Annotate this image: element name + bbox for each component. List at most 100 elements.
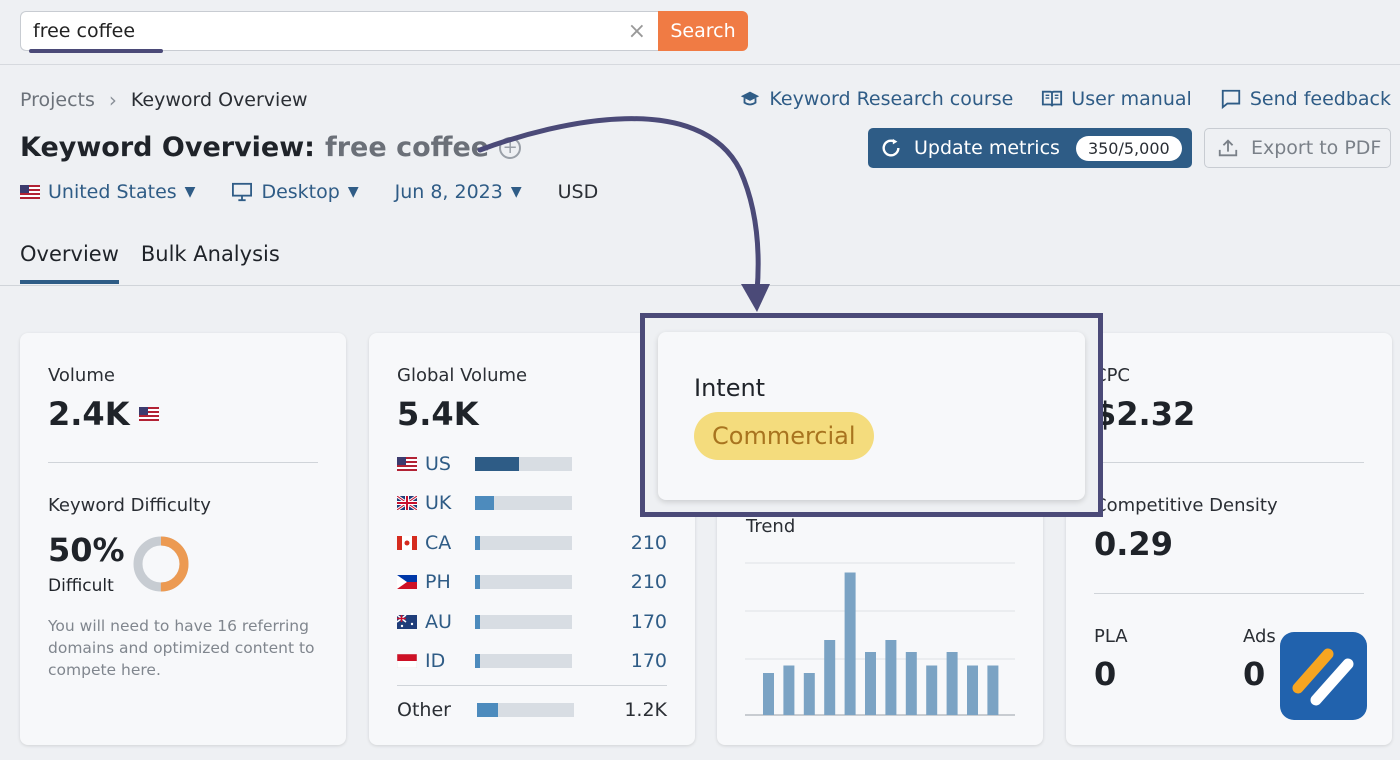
volume-label: Volume [48, 365, 115, 386]
other-value: 1.2K [624, 699, 667, 721]
user-manual-link[interactable]: User manual [1041, 88, 1192, 110]
card-divider [397, 685, 667, 686]
keyword-difficulty-label: Keyword Difficulty [48, 495, 211, 516]
country-code[interactable]: ID [425, 650, 473, 672]
volume-bar-fill [475, 457, 519, 471]
trend-bar [946, 652, 958, 715]
country-row-au: AU 170 [397, 611, 667, 633]
competitive-density-value: 0.29 [1094, 525, 1173, 563]
metrics-count-badge: 350/5,000 [1075, 135, 1182, 161]
us-flag-icon [397, 457, 417, 471]
ads-value: 0 [1243, 655, 1266, 693]
device-select-value: Desktop [261, 181, 340, 203]
date-select[interactable]: Jun 8, 2023 ▼ [395, 181, 522, 203]
breadcrumb: Projects › Keyword Overview [20, 88, 308, 112]
volume-bar [475, 575, 572, 590]
keyword-research-course-link[interactable]: Keyword Research course [739, 88, 1013, 110]
pla-label: PLA [1094, 626, 1128, 647]
ca-flag-icon [397, 535, 417, 550]
send-feedback-link[interactable]: Send feedback [1220, 88, 1391, 110]
volume-bar-fill [475, 614, 480, 629]
logo-stripes-icon [1292, 648, 1354, 706]
tab-bulk-analysis[interactable]: Bulk Analysis [141, 242, 280, 284]
chevron-down-icon: ▼ [347, 184, 359, 200]
volume-bar [477, 703, 574, 717]
date-select-value: Jun 8, 2023 [394, 181, 503, 203]
page-title-prefix: Keyword Overview: [20, 132, 315, 163]
tab-bar: Overview Bulk Analysis [20, 242, 280, 284]
trend-bar [824, 640, 836, 715]
volume-bar-fill [477, 703, 499, 717]
trend-bar [763, 673, 774, 715]
country-select-value: United States [48, 181, 177, 203]
add-circle-icon[interactable]: + [499, 136, 522, 159]
country-volume: 210 [630, 531, 667, 554]
tab-overview[interactable]: Overview [20, 242, 119, 284]
trend-bar [926, 665, 938, 715]
us-flag-icon [20, 185, 40, 199]
search-input[interactable]: free coffee × [20, 11, 658, 53]
volume-value: 2.4K [48, 395, 130, 433]
volume-bar-fill [475, 496, 495, 511]
keyword-difficulty-description: You will need to have 16 referring domai… [48, 617, 315, 679]
page-title: Keyword Overview: free coffee + [20, 132, 522, 163]
trend-bar [905, 652, 917, 715]
currency-label: USD [557, 181, 599, 203]
us-flag-icon [139, 407, 160, 421]
trend-bar [844, 572, 856, 715]
page-title-keyword: free coffee [324, 132, 490, 163]
volume-bar [475, 614, 572, 629]
country-volume: 170 [630, 650, 667, 672]
device-select[interactable]: Desktop ▼ [231, 181, 359, 203]
card-divider [1094, 593, 1364, 594]
country-code[interactable]: PH [425, 571, 473, 593]
other-label: Other [397, 699, 451, 721]
feedback-link-label: Send feedback [1249, 88, 1391, 110]
breadcrumb-projects[interactable]: Projects [20, 89, 95, 111]
export-pdf-button[interactable]: Export to PDF [1204, 128, 1391, 168]
chevron-down-icon: ▼ [184, 184, 196, 200]
search-button[interactable]: Search [658, 11, 748, 51]
global-volume-value: 5.4K [397, 395, 479, 433]
volume-bar-fill [475, 535, 480, 550]
tabs-divider [0, 285, 1400, 286]
filter-bar: United States ▼ Desktop ▼ Jun 8, 2023 ▼ … [20, 181, 598, 203]
country-row-other: Other 1.2K [397, 699, 667, 721]
country-row-ph: PH 210 [397, 571, 667, 593]
difficulty-donut-chart [133, 536, 189, 592]
trend-label: Trend [746, 516, 796, 537]
country-code[interactable]: AU [425, 611, 473, 633]
search-input-value: free coffee [33, 20, 136, 42]
country-select[interactable]: United States ▼ [20, 181, 195, 203]
country-code[interactable]: CA [425, 532, 473, 554]
volume-bar-fill [475, 575, 480, 590]
volume-bar [475, 654, 572, 668]
volume-bar [475, 496, 572, 511]
export-pdf-label: Export to PDF [1251, 137, 1382, 159]
country-row-id: ID 170 [397, 650, 667, 672]
upload-icon [1218, 139, 1238, 157]
volume-bar-fill [475, 654, 480, 668]
trend-bar [987, 665, 999, 715]
ph-flag-icon [397, 575, 417, 590]
update-metrics-label: Update metrics [914, 137, 1060, 159]
header-divider [0, 64, 1400, 65]
search-underline [29, 49, 163, 53]
intent-card: Intent Commercial [658, 332, 1085, 500]
country-code[interactable]: UK [425, 492, 473, 514]
trend-bar [803, 673, 815, 715]
trend-bar [783, 665, 795, 715]
chevron-down-icon: ▼ [510, 184, 522, 200]
brand-logo [1280, 632, 1367, 720]
country-code[interactable]: US [425, 453, 473, 475]
keyword-difficulty-status: Difficult [48, 576, 114, 596]
clear-icon[interactable]: × [628, 19, 646, 44]
help-links: Keyword Research course User manual Send… [739, 88, 1391, 110]
uk-flag-icon [397, 496, 417, 511]
volume-bar [475, 535, 572, 550]
country-row-uk: UK1. [397, 492, 667, 514]
course-link-label: Keyword Research course [769, 88, 1014, 110]
trend-bar-chart [745, 562, 1015, 716]
update-metrics-button[interactable]: Update metrics 350/5,000 [868, 128, 1192, 168]
trend-bar [865, 652, 876, 715]
